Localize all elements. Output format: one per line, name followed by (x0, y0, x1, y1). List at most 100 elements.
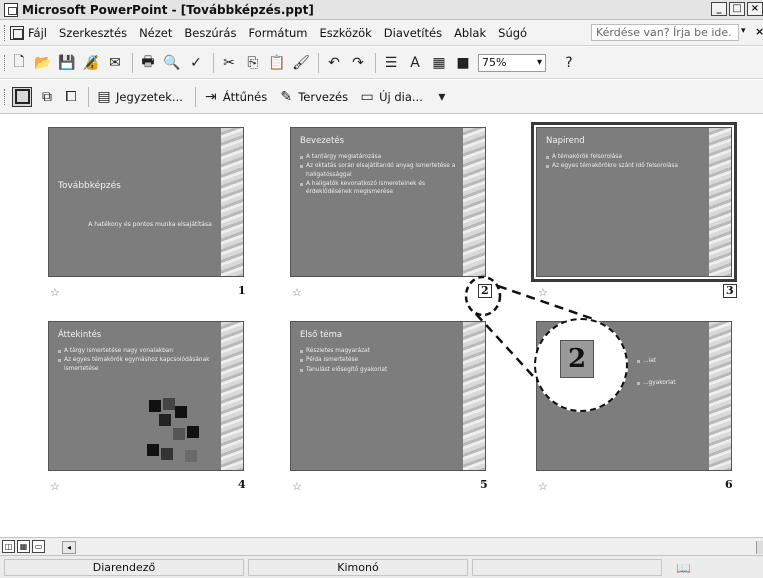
menu-slideshow[interactable]: Diavetítés (384, 26, 442, 40)
slide-thumbnail-1[interactable]: Továbbképzés A hatékony és pontos munka … (48, 127, 244, 277)
hide-slide-button[interactable] (12, 86, 32, 107)
transition-label: Áttűnés (222, 89, 268, 104)
status-view: Diarendező (4, 559, 244, 576)
toolbar-separator (88, 86, 89, 107)
slide-number: 1 (238, 284, 246, 297)
slide-thumbnail-3[interactable]: Napirend A témakörök felsorolása Az egye… (531, 122, 737, 282)
puzzle-piece (175, 406, 187, 418)
standard-toolbar: 🗋 📂 💾 🔏 ✉ 🖶 🔍 ✓ ✂ ⎘ 📋 🖌 ↶ ↷ ☰ A ▦ ■ 75% … (0, 47, 763, 79)
slide-sorter-view-icon[interactable]: ▦ (17, 540, 30, 553)
document-close-button[interactable]: × (755, 25, 763, 38)
new-icon[interactable]: 🗋 (10, 54, 28, 72)
transition-star-icon[interactable]: ☆ (50, 286, 60, 299)
design-button[interactable]: ✎ Tervezés (277, 88, 348, 106)
kimono-design-pattern (221, 322, 243, 470)
toolbar-grip[interactable] (4, 54, 7, 71)
toolbar-options-icon[interactable]: ▾ (433, 88, 451, 106)
menu-window[interactable]: Ablak (454, 26, 486, 40)
save-icon[interactable]: 💾 (58, 54, 76, 72)
new-slide-button[interactable]: ▭ Új dia... (358, 88, 422, 106)
magnified-slide-number: 2 (560, 340, 594, 378)
transition-star-icon[interactable]: ☆ (50, 480, 60, 493)
title-bar: Microsoft PowerPoint - [Továbbképzés.ppt… (0, 0, 763, 20)
paste-icon[interactable]: 📋 (268, 54, 286, 72)
zoom-select[interactable]: 75% (478, 53, 546, 72)
slide-number: 5 (480, 478, 488, 491)
cut-icon[interactable]: ✂ (220, 54, 238, 72)
slide-thumbnail-5[interactable]: Első téma Részletes magyarázat Példa ism… (290, 321, 486, 471)
redo-icon[interactable]: ↷ (349, 54, 367, 72)
kimono-design-pattern (221, 128, 243, 276)
toolbar-grip[interactable] (4, 24, 7, 41)
slide-number: 6 (725, 478, 733, 491)
menu-tools[interactable]: Eszközök (319, 26, 371, 40)
slide-bullets: A tantárgy megiatározása Az oktatás sorá… (300, 153, 462, 197)
document-icon[interactable] (10, 25, 24, 40)
slide-thumbnail-4[interactable]: Áttekintés A tárgy ismertetése nagy vona… (48, 321, 244, 471)
grid-icon[interactable]: ▦ (430, 54, 448, 72)
maximize-button[interactable]: □ (729, 2, 745, 16)
transition-star-icon[interactable]: ☆ (538, 286, 548, 299)
help-icon[interactable]: ? (560, 54, 578, 72)
email-icon[interactable]: ✉ (106, 54, 124, 72)
slide-number: 3 (723, 284, 737, 298)
design-icon: ✎ (280, 88, 293, 105)
scrollbar-right-edge[interactable] (756, 541, 763, 554)
show-formatting-icon[interactable]: A (406, 54, 424, 72)
status-empty (472, 559, 662, 576)
undo-icon[interactable]: ↶ (325, 54, 343, 72)
puzzle-piece (173, 428, 185, 440)
expand-all-icon[interactable]: ☰ (382, 54, 400, 72)
scroll-left-button[interactable]: ◂ (62, 541, 76, 554)
notes-button[interactable]: ▤ Jegyzetek... (95, 88, 183, 106)
color-grayscale-icon[interactable]: ■ (454, 54, 472, 72)
menu-edit[interactable]: Szerkesztés (59, 26, 127, 40)
puzzle-piece (147, 444, 159, 456)
print-icon[interactable]: 🖶 (139, 54, 157, 72)
print-preview-icon[interactable]: 🔍 (163, 54, 181, 72)
format-painter-icon[interactable]: 🖌 (292, 54, 310, 72)
transition-star-icon[interactable]: ☆ (292, 480, 302, 493)
notes-label: Jegyzetek... (116, 89, 183, 104)
open-icon[interactable]: 📂 (34, 54, 52, 72)
transition-star-icon[interactable]: ☆ (292, 286, 302, 299)
help-search-input[interactable]: Kérdése van? Írja be ide. (591, 24, 739, 41)
bullet-item: Az egyes témakörökre szánt idő felsorolá… (546, 162, 708, 170)
minimize-button[interactable]: _ (711, 2, 727, 16)
menu-view[interactable]: Nézet (139, 26, 172, 40)
menu-file[interactable]: Fájl (28, 26, 47, 40)
bullet-item: A témakörök felsorolása (546, 153, 708, 161)
copy-icon[interactable]: ⎘ (244, 54, 262, 72)
permission-icon[interactable]: 🔏 (82, 54, 100, 72)
window-controls: _ □ × (709, 2, 763, 16)
close-button[interactable]: × (747, 2, 763, 16)
transition-star-icon[interactable]: ☆ (538, 480, 548, 493)
view-bar: ◫ ▦ ▭ ◂ (0, 537, 763, 555)
menu-insert[interactable]: Beszúrás (184, 26, 236, 40)
slide-title: Első téma (300, 330, 343, 340)
bullet-item: Az egyes témakörök egymáshoz kapcsolódás… (58, 356, 220, 373)
slideshow-view-icon[interactable]: ▭ (32, 540, 45, 553)
slide-title: Napirend (546, 136, 585, 146)
slide-thumbnail-2[interactable]: Bevezetés A tantárgy megiatározása Az ok… (290, 127, 486, 277)
kimono-design-pattern (463, 128, 485, 276)
help-dropdown-icon[interactable]: ▾ (741, 26, 746, 36)
normal-view-icon[interactable]: ◫ (2, 540, 15, 553)
toolbar-separator (213, 52, 214, 73)
menu-format[interactable]: Formátum (248, 26, 307, 40)
slide-copy-icon[interactable]: ⧠ (62, 88, 80, 106)
design-label: Tervezés (298, 89, 349, 104)
status-bar: Diarendező Kimonó 📖 (0, 555, 763, 578)
spelling-icon[interactable]: ✓ (187, 54, 205, 72)
slide-number: 4 (238, 478, 246, 491)
slide-sorter-pane: Továbbképzés A hatékony és pontos munka … (0, 115, 763, 537)
toolbar-grip[interactable] (4, 88, 7, 105)
bullet-item: ...lat (637, 357, 709, 365)
spelling-status-icon[interactable]: 📖 (676, 561, 691, 575)
powerpoint-app-icon[interactable] (4, 2, 18, 17)
transition-button[interactable]: ⇥ Áttűnés (202, 88, 267, 106)
status-design: Kimonó (248, 559, 468, 576)
menu-help[interactable]: Súgó (498, 26, 527, 40)
new-slide-icon: ▭ (360, 88, 374, 105)
summary-slide-icon[interactable]: ⧉ (38, 88, 56, 106)
